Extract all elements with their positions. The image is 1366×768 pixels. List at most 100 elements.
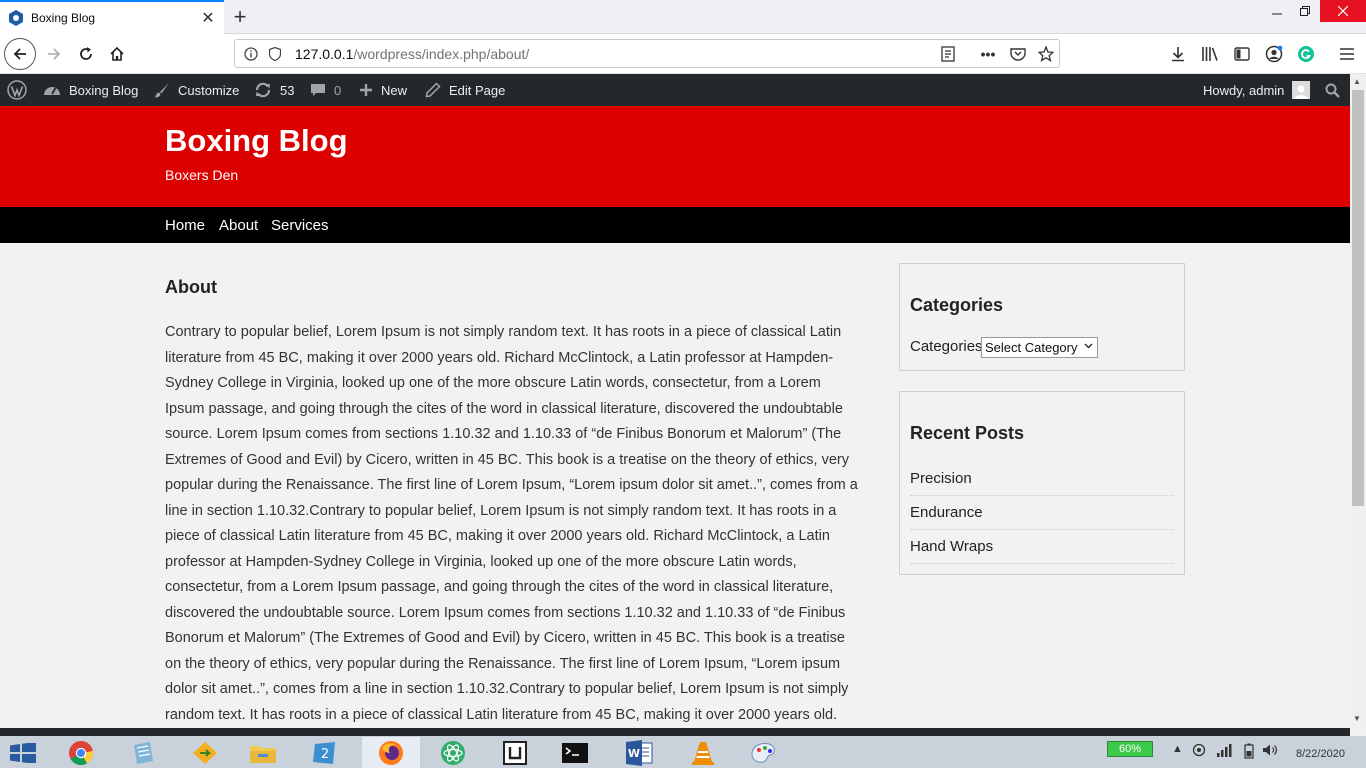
tray-chevron-up-icon[interactable]: ▲ [1172, 743, 1183, 755]
adminbar-comments-count: 0 [334, 82, 342, 98]
maps-taskbar-icon[interactable] [176, 737, 234, 768]
app-2-taskbar-icon[interactable]: 2 [296, 737, 354, 768]
page-actions-icon[interactable]: ••• [979, 45, 997, 63]
adminbar-new[interactable]: New [359, 74, 407, 106]
pocket-icon[interactable] [1009, 45, 1027, 63]
scrollbar-thumb[interactable] [1352, 90, 1364, 506]
forward-button[interactable] [38, 38, 70, 70]
paint-taskbar-icon[interactable] [734, 737, 792, 768]
scroll-up-arrow-icon[interactable]: ▲ [1353, 77, 1361, 86]
atom-taskbar-icon[interactable] [424, 737, 482, 768]
windows-taskbar: 2 W 60% ▲ 8/22/2020 [0, 736, 1366, 768]
recent-post-item[interactable]: Endurance [910, 496, 1174, 530]
page-scrollbar[interactable]: ▲ ▼ [1350, 74, 1366, 728]
close-window-icon[interactable] [1320, 0, 1366, 22]
adminbar-customize[interactable]: Customize [153, 74, 239, 106]
network-signal-icon[interactable] [1216, 743, 1232, 760]
scroll-down-arrow-icon[interactable]: ▼ [1353, 714, 1361, 723]
tab-title: Boxing Blog [31, 11, 96, 25]
download-icon[interactable] [1168, 44, 1188, 64]
nav-item-about[interactable]: About [219, 217, 258, 234]
adminbar-site-name[interactable]: Boxing Blog [43, 74, 138, 106]
word-taskbar-icon[interactable]: W [610, 737, 668, 768]
svg-text:2: 2 [321, 747, 329, 762]
chevron-down-icon [1084, 341, 1093, 352]
new-tab-button[interactable]: + [228, 4, 252, 29]
wp-admin-bar: Boxing Blog Customize 53 0 New Edit Page… [0, 74, 1350, 106]
page-content: About Contrary to popular belief, Lorem … [165, 277, 860, 728]
battery-indicator[interactable]: 60% [1107, 741, 1153, 757]
arrow-left-icon [13, 48, 26, 60]
page-title: About [165, 277, 217, 297]
adminbar-edit-page[interactable]: Edit Page [425, 74, 505, 106]
restore-window-icon[interactable] [1290, 0, 1320, 22]
browser-tabbar: Boxing Blog ✕ + [0, 0, 1366, 34]
grammarly-icon[interactable] [1296, 44, 1316, 64]
minimize-window-icon[interactable] [1262, 0, 1292, 22]
hamburger-menu-icon[interactable] [1337, 44, 1357, 64]
info-icon[interactable] [243, 46, 259, 62]
windows-start-icon[interactable] [10, 742, 38, 764]
recent-post-item[interactable]: Hand Wraps [910, 530, 1174, 564]
arrow-right-icon [48, 48, 61, 60]
adminbar-updates-count: 53 [280, 82, 295, 98]
site-favicon-icon [8, 10, 24, 26]
tab-close-icon[interactable]: ✕ [200, 8, 216, 28]
app-box-taskbar-icon[interactable] [486, 737, 544, 768]
volume-icon[interactable] [1262, 743, 1278, 760]
tracking-shield-icon[interactable] [267, 46, 283, 62]
chrome-taskbar-icon[interactable] [52, 737, 110, 768]
nav-item-services[interactable]: Services [271, 217, 329, 234]
svg-text:W: W [628, 747, 640, 760]
url-path: /wordpress/index.php/about/ [353, 46, 530, 62]
url-bar[interactable]: 127.0.0.1/wordpress/index.php/about/ ••• [234, 39, 1060, 68]
recent-post-link[interactable]: Hand Wraps [910, 538, 993, 555]
category-select-value: Select Category [985, 340, 1078, 355]
adminbar-comments[interactable]: 0 [310, 74, 341, 106]
recent-post-link[interactable]: Endurance [910, 504, 983, 521]
categories-widget-title: Categories [910, 295, 1004, 315]
pencil-icon [425, 82, 441, 98]
comment-bubble-icon [310, 82, 326, 98]
adminbar-customize-label: Customize [178, 82, 240, 98]
reload-icon [80, 47, 92, 60]
reader-view-icon[interactable] [939, 45, 957, 63]
adminbar-my-account[interactable]: Howdy, admin [1203, 74, 1311, 106]
adminbar-updates[interactable]: 53 [254, 74, 294, 106]
library-icon[interactable] [1200, 44, 1220, 64]
notes-taskbar-icon[interactable] [114, 737, 172, 768]
site-description: Boxers Den [165, 167, 239, 183]
recent-post-item[interactable]: Precision [910, 462, 1174, 496]
paintbrush-icon [153, 82, 170, 99]
categories-label: Categories [910, 338, 983, 355]
back-button[interactable] [4, 38, 36, 70]
reload-button[interactable] [70, 38, 102, 70]
nav-item-home[interactable]: Home [165, 217, 205, 234]
home-button[interactable] [101, 38, 133, 70]
account-icon[interactable] [1264, 44, 1284, 64]
primary-navigation: Home About Services [0, 207, 1350, 243]
tray-settings-icon[interactable] [1192, 743, 1206, 760]
bookmark-star-icon[interactable] [1037, 45, 1055, 63]
terminal-taskbar-icon[interactable] [546, 737, 604, 768]
browser-tab-active[interactable]: Boxing Blog ✕ [0, 0, 224, 34]
sidebar-icon[interactable] [1232, 44, 1252, 64]
adminbar-search-icon[interactable] [1325, 74, 1340, 106]
url-host: 127.0.0.1 [295, 46, 354, 62]
vlc-taskbar-icon[interactable] [674, 737, 732, 768]
wordpress-logo-icon[interactable] [7, 74, 27, 106]
recent-post-link[interactable]: Precision [910, 470, 972, 487]
site-title[interactable]: Boxing Blog [165, 123, 348, 159]
recent-posts-widget-title: Recent Posts [910, 423, 1025, 443]
firefox-taskbar-icon[interactable] [362, 737, 420, 768]
file-explorer-taskbar-icon[interactable] [234, 737, 292, 768]
category-select[interactable]: Select Category [981, 337, 1098, 358]
clock-date[interactable]: 8/22/2020 [1296, 748, 1345, 760]
adminbar-edit-page-label: Edit Page [449, 82, 506, 98]
adminbar-site-name-label: Boxing Blog [69, 82, 139, 98]
updates-icon [254, 81, 272, 99]
site-header: Boxing Blog Boxers Den [0, 106, 1350, 207]
dashboard-icon [43, 82, 61, 98]
browser-navbar: 127.0.0.1/wordpress/index.php/about/ ••• [0, 34, 1366, 74]
battery-tray-icon[interactable] [1244, 743, 1254, 762]
